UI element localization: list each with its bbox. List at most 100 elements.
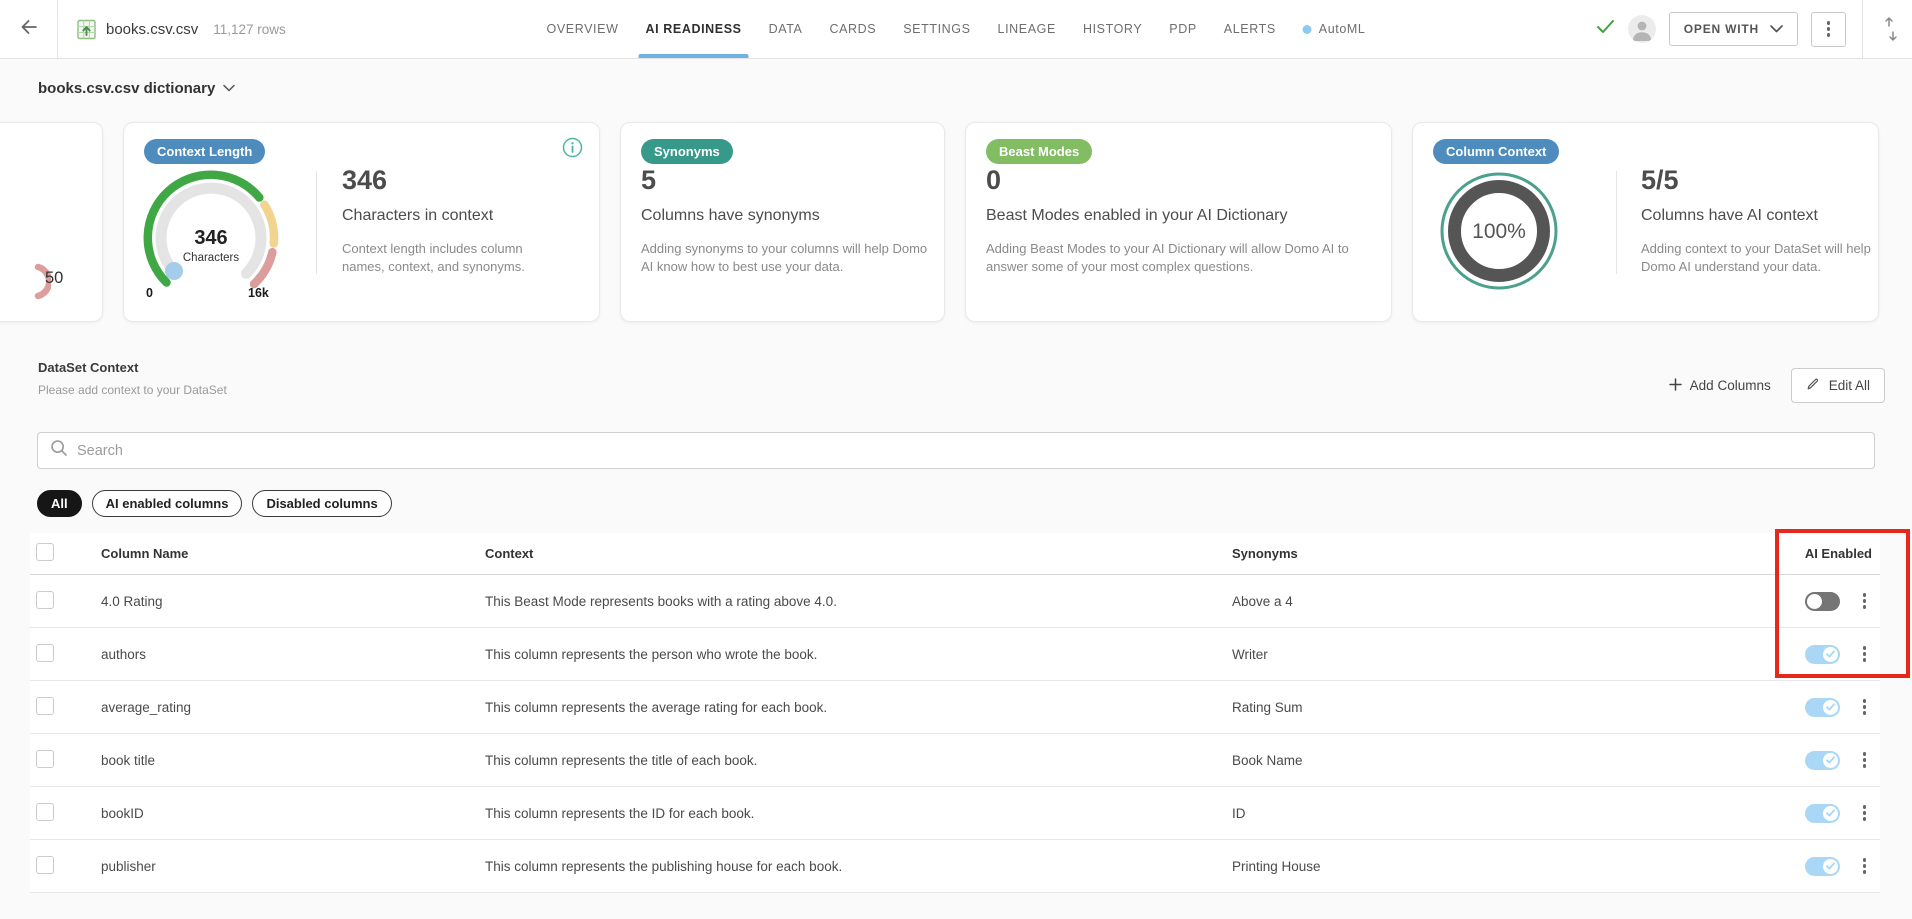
search-input[interactable] xyxy=(77,442,1862,459)
stat-value: 0 xyxy=(986,165,1002,195)
add-columns-label: Add Columns xyxy=(1689,378,1771,393)
stat-label: Characters in context xyxy=(342,207,494,224)
row-menu-kebab-icon[interactable] xyxy=(1861,591,1869,611)
row-checkbox[interactable] xyxy=(36,643,54,662)
plus-icon xyxy=(1668,377,1682,394)
table-row-authors: authors This column represents the person… xyxy=(30,628,1880,681)
ai-enabled-toggle[interactable] xyxy=(1804,750,1840,770)
tab-label: PDP xyxy=(1169,22,1197,36)
table-row-publisher: publisher This column represents the publ… xyxy=(30,840,1880,893)
partial-gauge-value: 50 xyxy=(45,269,64,287)
table-row-4-0-rating: 4.0 Rating This Beast Mode represents boo… xyxy=(30,575,1880,628)
dataset-file-icon xyxy=(77,19,96,40)
row-checkbox[interactable] xyxy=(36,590,54,609)
chevron-down-icon xyxy=(1770,22,1783,36)
stat-value: 5/5 xyxy=(1641,165,1679,195)
row-menu-kebab-icon[interactable] xyxy=(1861,697,1869,717)
tab-lineage[interactable]: LINEAGE xyxy=(998,0,1056,58)
open-with-button[interactable]: OPEN WITH xyxy=(1668,12,1798,46)
ai-enabled-cell xyxy=(1767,644,1880,664)
back-button[interactable] xyxy=(0,0,58,58)
summary-card-column-context: Column Context 100% 5/5 Columns have AI … xyxy=(1412,122,1879,322)
section-title: DataSet Context xyxy=(38,360,139,375)
scroll-sort-icon[interactable] xyxy=(1876,16,1906,42)
row-menu-kebab-icon[interactable] xyxy=(1861,803,1869,823)
section-subtitle: Please add context to your DataSet xyxy=(38,383,227,397)
synonyms-cell: Writer xyxy=(1232,646,1268,662)
pencil-icon xyxy=(1806,377,1820,394)
row-checkbox[interactable] xyxy=(36,696,54,715)
column-header-synonyms: Synonyms xyxy=(1232,546,1298,561)
column-context-donut: 100% xyxy=(1440,172,1558,290)
toggle-check-icon xyxy=(1825,756,1835,764)
tab-cards[interactable]: CARDS xyxy=(829,0,876,58)
ai-enabled-toggle[interactable] xyxy=(1804,591,1840,611)
card-divider xyxy=(316,171,317,274)
tab-overview[interactable]: OVERVIEW xyxy=(547,0,619,58)
filter-pill-all[interactable]: All xyxy=(37,490,82,517)
dataset-tabs: OVERVIEW AI READINESS DATA CARDS SETTINGS LIN… xyxy=(547,0,1366,58)
toggle-check-icon xyxy=(1825,703,1835,711)
stat-label: Columns have synonyms xyxy=(641,207,820,224)
tab-label: SETTINGS xyxy=(903,22,971,36)
filter-pill-disabled-columns[interactable]: Disabled columns xyxy=(252,490,392,517)
tab-automl[interactable]: AutoML xyxy=(1302,0,1366,58)
add-columns-button[interactable]: Add Columns xyxy=(1668,377,1771,394)
top-bar: books.csv.csv 11,127 rows OVERVIEW AI REA… xyxy=(0,0,1912,59)
synonyms-cell: Printing House xyxy=(1232,858,1321,874)
summary-card-context-length: Context Length 346 Characters 0 16k 346 … xyxy=(123,122,600,322)
ai-enabled-toggle[interactable] xyxy=(1804,803,1840,823)
ai-enabled-cell xyxy=(1767,697,1880,717)
tab-label: OVERVIEW xyxy=(546,22,619,36)
tab-label: AI READINESS xyxy=(645,22,742,36)
gauge-value-marker xyxy=(165,262,183,280)
column-name-cell: 4.0 Rating xyxy=(101,593,163,609)
row-menu-kebab-icon[interactable] xyxy=(1861,644,1869,664)
ai-enabled-toggle[interactable] xyxy=(1804,856,1840,876)
dictionary-title-row[interactable]: books.csv.csv dictionary xyxy=(38,79,236,97)
search-bar xyxy=(37,432,1875,469)
info-icon[interactable] xyxy=(562,137,583,163)
tab-ai-readiness[interactable]: AI READINESS xyxy=(638,0,749,58)
synonyms-cell: Above a 4 xyxy=(1232,593,1293,609)
edit-all-button[interactable]: Edit All xyxy=(1790,368,1885,403)
tab-pdp[interactable]: PDP xyxy=(1169,0,1197,58)
context-cell: This column represents the ID for each b… xyxy=(485,805,755,821)
tab-history[interactable]: HISTORY xyxy=(1083,0,1142,58)
ai-enabled-toggle[interactable] xyxy=(1804,697,1840,717)
toggle-check-icon xyxy=(1825,809,1835,817)
row-checkbox[interactable] xyxy=(36,802,54,821)
tab-settings[interactable]: SETTINGS xyxy=(903,0,970,58)
stat-value: 5 xyxy=(641,165,657,195)
user-avatar[interactable] xyxy=(1627,15,1656,43)
filter-pill-ai-enabled-columns[interactable]: AI enabled columns xyxy=(91,490,243,517)
row-menu-kebab-icon[interactable] xyxy=(1861,750,1869,770)
gauge-axis-max: 16k xyxy=(248,286,269,300)
column-name-cell: publisher xyxy=(101,858,156,874)
context-length-stats: 346 Characters in context Context length… xyxy=(342,167,574,276)
app-window: books.csv.csv 11,127 rows OVERVIEW AI REA… xyxy=(0,0,1912,919)
kebab-icon xyxy=(1825,19,1833,39)
tab-alerts[interactable]: ALERTS xyxy=(1224,0,1276,58)
stat-label: Beast Modes enabled in your AI Dictionar… xyxy=(986,207,1288,224)
synonyms-cell: Book Name xyxy=(1232,752,1303,768)
beast-modes-stats: 0 Beast Modes enabled in your AI Diction… xyxy=(986,167,1384,276)
row-checkbox[interactable] xyxy=(36,749,54,768)
tab-data[interactable]: DATA xyxy=(769,0,803,58)
chevron-down-icon xyxy=(223,79,236,97)
dataset-context-header: DataSet Context Please add context to yo… xyxy=(38,360,227,397)
stat-description: Adding synonyms to your columns will hel… xyxy=(641,241,928,275)
column-header-ai-enabled: AI Enabled xyxy=(1804,546,1872,561)
ai-enabled-cell xyxy=(1767,591,1880,611)
tab-label: DATA xyxy=(768,22,803,36)
synonyms-cell: Rating Sum xyxy=(1232,699,1303,715)
row-menu-kebab-icon[interactable] xyxy=(1861,856,1869,876)
select-all-checkbox[interactable] xyxy=(36,543,54,561)
ai-enabled-toggle[interactable] xyxy=(1804,644,1840,664)
more-options-button[interactable] xyxy=(1811,11,1846,47)
context-cell: This column represents the title of each… xyxy=(485,752,758,768)
tab-label: LINEAGE xyxy=(997,22,1056,36)
header-divider xyxy=(1862,0,1863,58)
row-checkbox[interactable] xyxy=(36,855,54,874)
synonyms-cell: ID xyxy=(1232,805,1246,821)
